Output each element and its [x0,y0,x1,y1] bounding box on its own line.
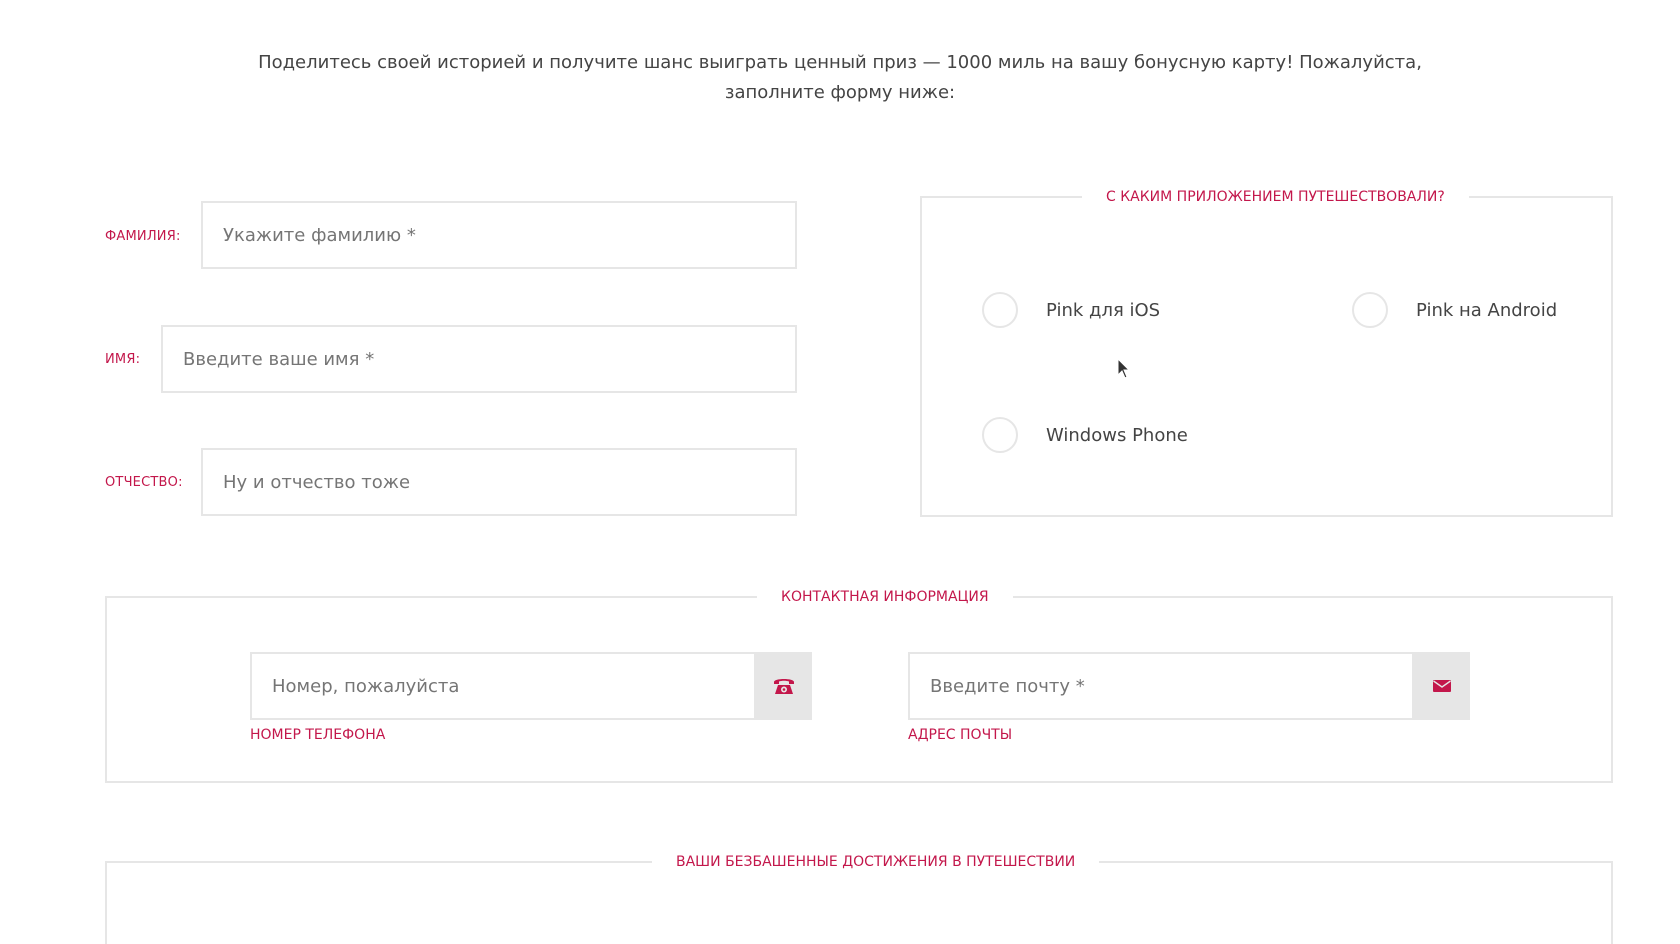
phone-label: НОМЕР ТЕЛЕФОНА [250,727,386,743]
radio-option-ios[interactable]: Pink для iOS [982,292,1160,328]
mail-icon [1433,680,1451,692]
feedback-form-page: Поделитесь своей историей и получите шан… [0,0,1680,944]
patronymic-input[interactable] [201,448,797,516]
name-label: ИМЯ: [105,352,141,367]
surname-input[interactable] [201,201,797,269]
patronymic-label: ОТЧЕСТВО: [105,475,183,490]
email-input[interactable] [908,652,1414,720]
radio-button[interactable] [982,292,1018,328]
mouse-cursor-icon [1117,358,1131,379]
phone-icon-box[interactable] [756,652,812,720]
email-icon-box[interactable] [1414,652,1470,720]
phone-input[interactable] [250,652,756,720]
radio-label-windows-phone: Windows Phone [1046,424,1188,446]
email-label: АДРЕС ПОЧТЫ [908,727,1013,743]
app-choice-legend: С КАКИМ ПРИЛОЖЕНИЕМ ПУТЕШЕСТВОВАЛИ? [1082,188,1469,206]
phone-icon [774,679,794,694]
contacts-legend: КОНТАКТНАЯ ИНФОРМАЦИЯ [757,588,1013,606]
achievements-legend: ВАШИ БЕЗБАШЕННЫЕ ДОСТИЖЕНИЯ В ПУТЕШЕСТВИ… [652,853,1100,871]
radio-button[interactable] [982,417,1018,453]
name-input[interactable] [161,325,797,393]
intro-text: Поделитесь своей историей и получите шан… [258,52,1422,103]
surname-label: ФАМИЛИЯ: [105,229,181,244]
radio-option-windows-phone[interactable]: Windows Phone [982,417,1188,453]
radio-label-android: Pink на Android [1416,299,1558,321]
app-choice-fieldset: С КАКИМ ПРИЛОЖЕНИЕМ ПУТЕШЕСТВОВАЛИ? Pink… [920,188,1613,517]
radio-button[interactable] [1352,292,1388,328]
achievements-fieldset: ВАШИ БЕЗБАШЕННЫЕ ДОСТИЖЕНИЯ В ПУТЕШЕСТВИ… [105,853,1613,944]
radio-option-android[interactable]: Pink на Android [1352,292,1557,328]
radio-label-ios: Pink для iOS [1046,299,1161,321]
